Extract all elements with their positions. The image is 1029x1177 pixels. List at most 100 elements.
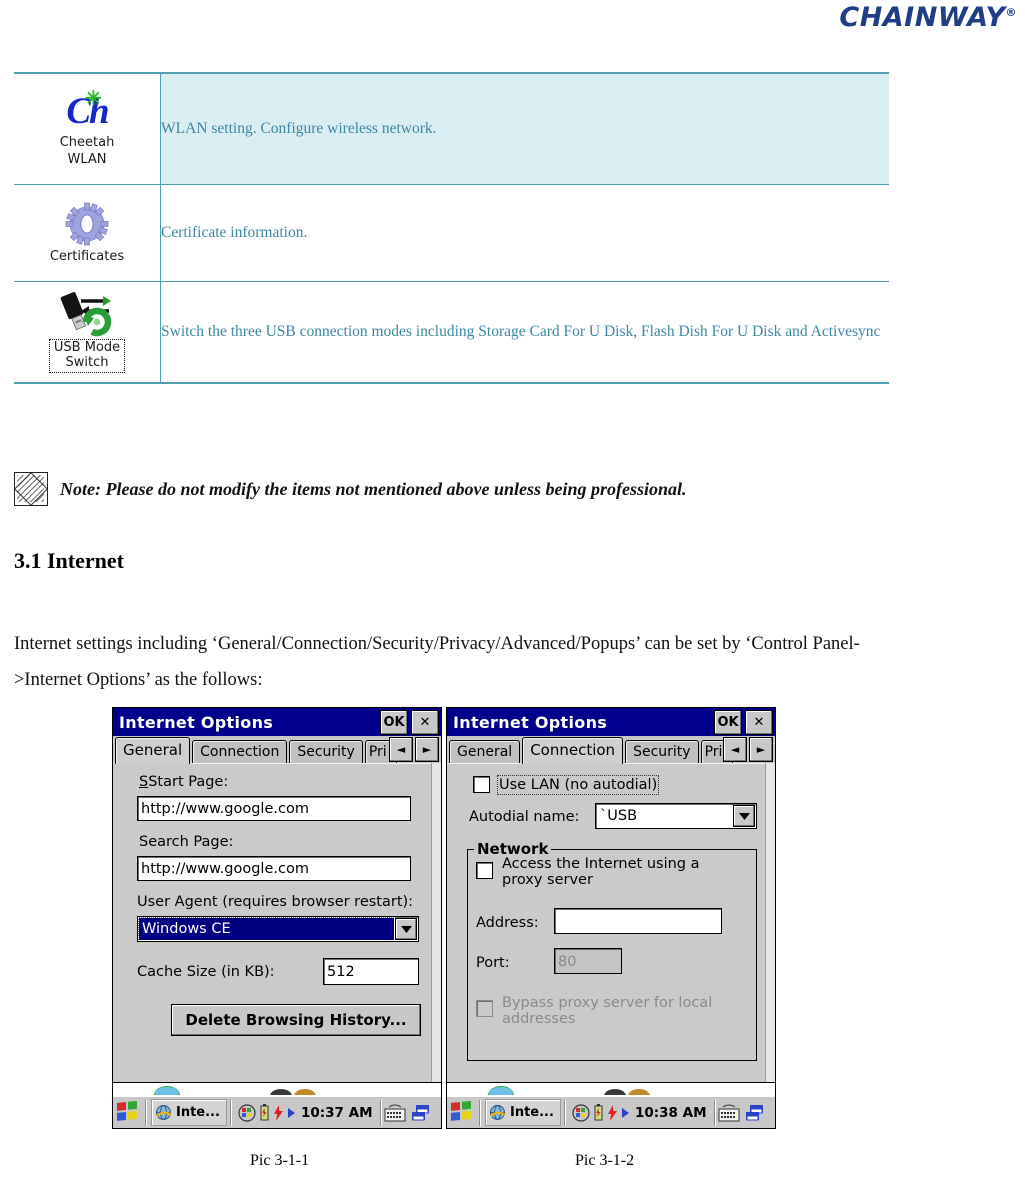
tray-expand-icon[interactable]	[287, 1107, 296, 1119]
usb-glyph	[57, 291, 117, 337]
battery-icon[interactable]	[259, 1103, 270, 1122]
cheetah-wlan-icon: Ch ✳ Cheetah WLAN	[56, 88, 118, 168]
tab-security[interactable]: Security	[289, 740, 363, 763]
bypass-proxy-checkbox[interactable]	[476, 1000, 493, 1017]
brand-text: CHAINWAY	[839, 2, 1006, 33]
tab-scroll-right-icon[interactable]: ►	[749, 737, 773, 762]
table-cell-description: Certificate information.	[160, 184, 889, 282]
soft-keyboard-icon[interactable]	[384, 1103, 406, 1123]
start-page-input[interactable]: http://www.google.com	[137, 796, 411, 821]
proxy-label-line2: proxy server	[502, 872, 593, 888]
proxy-checkbox[interactable]	[476, 862, 493, 879]
start-page-label: SStart Page:	[139, 774, 229, 790]
window-title: Internet Options	[453, 712, 608, 732]
soft-keyboard-icon[interactable]	[718, 1103, 740, 1123]
tab-strip: General Connection Security Pri ◄ ►	[113, 736, 441, 764]
address-label: Address:	[476, 915, 539, 931]
show-desktop-icon[interactable]	[744, 1103, 766, 1123]
taskbar-separator	[713, 1099, 715, 1126]
autodial-combo[interactable]: `USB	[595, 803, 757, 829]
taskbar-separator	[229, 1099, 231, 1126]
icon-label-line1: Cheetah	[59, 135, 115, 151]
battery-icon[interactable]	[593, 1103, 604, 1122]
vertical-scrollbar[interactable]	[431, 763, 441, 1084]
tab-general[interactable]: General	[449, 740, 521, 763]
cache-size-input[interactable]: 512	[323, 958, 419, 985]
table-cell-icon: Certificates	[14, 184, 161, 282]
start-button[interactable]	[450, 1100, 476, 1125]
icon-label-line2: WLAN	[67, 151, 107, 167]
ok-button[interactable]: OK	[380, 710, 408, 735]
window-titlebar: Internet Options OK ✕	[447, 708, 775, 736]
bypass-label-line2: addresses	[502, 1011, 576, 1027]
start-button[interactable]	[116, 1100, 142, 1125]
icon-label-boxed: USB Mode Switch	[48, 339, 126, 373]
chevron-down-svg	[400, 925, 412, 933]
search-page-input[interactable]: http://www.google.com	[137, 856, 411, 881]
use-lan-checkbox[interactable]	[473, 776, 490, 793]
user-agent-label: User Agent (requires browser restart):	[137, 894, 414, 910]
address-input[interactable]	[554, 908, 722, 934]
desktop-icons-strip	[154, 1086, 316, 1095]
desktop-strip	[447, 1082, 775, 1095]
autodial-value: `USB	[600, 808, 638, 824]
taskbar-item-internet-explorer[interactable]: Inte...	[151, 1099, 227, 1126]
input-panel-icon[interactable]	[572, 1103, 590, 1122]
use-lan-label[interactable]: Use LAN (no autodial)	[496, 775, 660, 795]
taskbar: Inte...	[447, 1095, 775, 1128]
registered-mark: ®	[1005, 6, 1017, 19]
window-titlebar: Internet Options OK ✕	[113, 708, 441, 736]
usb-svg	[60, 292, 112, 337]
tab-scroll-left-icon[interactable]: ◄	[389, 737, 413, 762]
tab-scroll-left-icon[interactable]: ◄	[723, 737, 747, 762]
tab-scroll-right-icon[interactable]: ►	[415, 737, 439, 762]
icon-label-line1: Certificates	[49, 248, 125, 264]
close-icon[interactable]: ✕	[745, 710, 773, 735]
window-buttons: OK ✕	[380, 710, 439, 735]
bypass-label-line1: Bypass proxy server for local	[502, 995, 713, 1011]
port-label: Port:	[476, 955, 510, 971]
delete-browsing-history-button[interactable]: Delete Browsing History...	[171, 1004, 421, 1036]
certificates-icon: Certificates	[50, 202, 124, 265]
system-tray: 10:37 AM	[234, 1103, 377, 1122]
taskbar-item-internet-explorer[interactable]: Inte...	[485, 1099, 561, 1126]
tab-scroll-buttons: ◄ ►	[389, 737, 439, 762]
show-desktop-icon[interactable]	[410, 1103, 432, 1123]
tab-security[interactable]: Security	[625, 740, 699, 763]
note-text: Note: Please do not modify the items not…	[60, 478, 687, 499]
taskbar-clock[interactable]: 10:37 AM	[301, 1105, 373, 1121]
desktop-strip	[113, 1082, 441, 1095]
tab-connection[interactable]: Connection	[192, 740, 288, 763]
chevron-down-icon[interactable]	[395, 918, 417, 940]
autodial-label: Autodial name:	[469, 809, 580, 825]
vertical-scrollbar[interactable]	[765, 763, 775, 1084]
taskbar-separator	[145, 1099, 146, 1126]
port-input[interactable]: 80	[554, 948, 622, 974]
proxy-label-line1: Access the Internet using a	[502, 856, 700, 872]
icon-label-line2: Switch	[65, 355, 109, 370]
ok-button[interactable]: OK	[714, 710, 742, 735]
figure-caption-left: Pic 3-1-1	[250, 1152, 310, 1169]
cache-size-label: Cache Size (in KB):	[137, 964, 275, 980]
proxy-label: Access the Internet using a proxy server	[502, 856, 700, 888]
usb-mode-switch-icon: USB Mode Switch	[48, 291, 126, 373]
user-agent-combo[interactable]: Windows CE	[137, 916, 419, 942]
chevron-down-icon[interactable]	[733, 805, 755, 827]
input-panel-icon[interactable]	[238, 1103, 256, 1122]
bypass-proxy-label: Bypass proxy server for local addresses	[502, 995, 712, 1027]
system-tray: 10:38 AM	[568, 1103, 711, 1122]
taskbar-clock[interactable]: 10:38 AM	[635, 1105, 707, 1121]
table-cell-description: Switch the three USB connection modes in…	[161, 322, 881, 340]
tab-connection[interactable]: Connection	[522, 737, 624, 764]
power-bolt-icon	[273, 1104, 283, 1121]
windows-flag-icon	[117, 1100, 137, 1121]
tray-expand-icon[interactable]	[621, 1107, 630, 1119]
sparkle-icon: ✳	[85, 88, 102, 111]
gear-glyph	[63, 202, 111, 248]
window-title: Internet Options	[119, 712, 274, 732]
close-icon[interactable]: ✕	[411, 710, 439, 735]
tab-general[interactable]: General	[115, 737, 191, 764]
table-row: Ch ✳ Cheetah WLAN WLAN setting. Configur…	[14, 73, 889, 185]
cheetah-glyph: Ch ✳	[56, 88, 118, 134]
gear-svg	[65, 202, 109, 245]
